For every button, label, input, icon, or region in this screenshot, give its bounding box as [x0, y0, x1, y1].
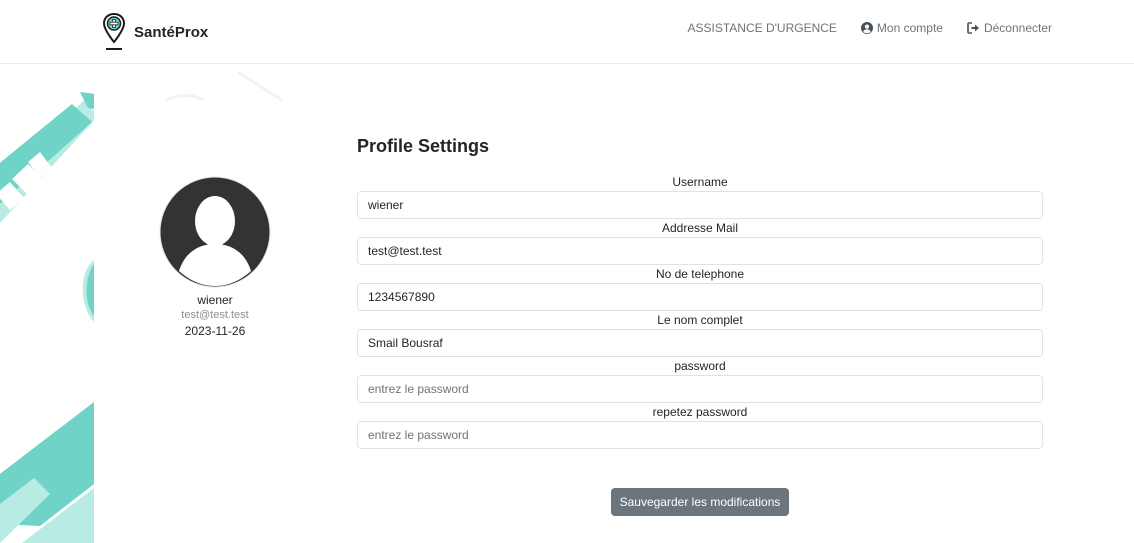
phone-input[interactable] — [357, 283, 1043, 311]
nav-emergency-label: ASSISTANCE D'URGENCE — [687, 21, 837, 35]
phone-label: No de telephone — [655, 267, 745, 281]
password-input[interactable] — [357, 375, 1043, 403]
fullname-input[interactable] — [357, 329, 1043, 357]
navbar: SantéProx ASSISTANCE D'URGENCE Mon compt… — [0, 0, 1134, 64]
syringe-shape — [0, 92, 100, 224]
nav-account-link[interactable]: Mon compte — [860, 21, 943, 35]
sign-out-icon — [967, 22, 979, 34]
save-changes-button[interactable]: Sauvegarder les modifications — [611, 488, 789, 516]
avatar — [159, 176, 271, 288]
profile-date: 2023-11-26 — [184, 324, 246, 338]
nav-emergency-link[interactable]: ASSISTANCE D'URGENCE — [687, 21, 836, 35]
username-input[interactable] — [357, 191, 1043, 219]
user-circle-icon — [860, 22, 873, 34]
profile-email: test@test.test — [181, 309, 249, 321]
nav-links: ASSISTANCE D'URGENCE Mon compte Déconnec… — [663, 21, 1052, 35]
nav-logout-label: Déconnecter — [983, 21, 1052, 35]
brand[interactable]: SantéProx — [102, 10, 208, 54]
email-input[interactable] — [357, 237, 1043, 265]
nav-logout-link[interactable]: Déconnecter — [967, 21, 1052, 35]
repeat-password-label: repetez password — [652, 405, 748, 419]
fullname-label: Le nom complet — [657, 313, 743, 327]
email-label: Addresse Mail — [661, 221, 739, 235]
profile-name: wiener — [197, 293, 233, 307]
repeat-password-input[interactable] — [357, 421, 1043, 449]
settings-title: Profile Settings — [357, 136, 490, 156]
brand-name: SantéProx — [134, 23, 209, 41]
map-pin-medical-icon — [102, 12, 126, 50]
password-label: password — [674, 359, 726, 373]
username-label: Username — [672, 175, 728, 189]
profile-card: wiener test@test.test 2023-11-26 — [140, 176, 290, 339]
nav-account-label: Mon compte — [876, 21, 943, 35]
profile-settings-form: Profile Settings Username Addresse Mail … — [357, 136, 1043, 450]
pill-shape — [0, 402, 94, 543]
